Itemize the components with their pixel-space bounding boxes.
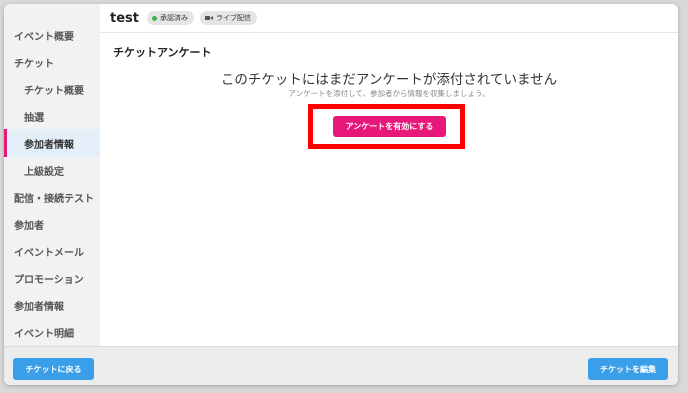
sidebar-item-label: 配信・接続テスト [14,193,94,205]
sidebar-item-label: イベント明細 [14,328,74,340]
sidebar-item-label: 参加者情報 [24,139,74,151]
sidebar-item-ticket-overview[interactable]: チケット概要 [4,75,100,103]
sidebar-item-label: 参加者情報 [14,301,64,313]
main-content: test 承認済み ライブ配信 チケットアンケート このチケットにはまだアンケー… [100,4,678,346]
sidebar-item-ticket[interactable]: チケット [4,48,100,76]
sidebar-item-attendees[interactable]: 参加者 [4,210,100,238]
stream-type-badge: ライブ配信 [199,11,257,25]
sidebar-item-attendee-info[interactable]: 参加者情報 [4,291,100,319]
empty-state-subtitle: アンケートを添付して、参加者から情報を収集しましょう。 [288,89,490,98]
back-to-ticket-button[interactable]: チケットに戻る [13,358,94,380]
sidebar-item-label: 抽選 [24,112,44,124]
sidebar-item-label: イベントメール [14,247,84,259]
sidebar-item-label: イベント概要 [14,31,74,43]
status-dot-icon [151,15,157,21]
sidebar: イベント概要 チケット チケット概要 抽選 参加者情報 上級設定 配信・接続テス… [4,4,100,346]
sidebar-item-label: チケット概要 [24,85,84,97]
app-window: イベント概要 チケット チケット概要 抽選 参加者情報 上級設定 配信・接続テス… [4,4,678,385]
sidebar-item-event-statement[interactable]: イベント明細 [4,318,100,346]
sidebar-item-streaming-test[interactable]: 配信・接続テスト [4,183,100,211]
event-header: test 承認済み ライブ配信 [100,4,678,33]
sidebar-item-event-mail[interactable]: イベントメール [4,237,100,265]
sidebar-item-label: 参加者 [14,220,44,232]
sidebar-item-label: チケット [14,58,54,70]
footer-bar: チケットに戻る チケットを編集 [4,346,678,385]
empty-state-title: このチケットにはまだアンケートが添付されていません [220,72,558,88]
sidebar-item-attendee-info-active[interactable]: 参加者情報 [4,129,100,157]
enable-survey-button[interactable]: アンケートを有効にする [333,116,446,137]
sidebar-item-label: プロモーション [14,274,84,286]
section-title: チケットアンケート [113,46,212,59]
video-camera-icon [204,16,213,20]
status-badge: 承認済み [146,11,194,25]
event-title: test [110,10,139,26]
sidebar-item-event-overview[interactable]: イベント概要 [4,21,100,49]
status-badge-label: 承認済み [159,14,188,22]
sidebar-item-advanced-settings[interactable]: 上級設定 [4,156,100,184]
sidebar-item-lottery[interactable]: 抽選 [4,102,100,130]
sidebar-item-promotion[interactable]: プロモーション [4,264,100,292]
stream-type-label: ライブ配信 [215,14,251,22]
edit-ticket-button[interactable]: チケットを編集 [588,358,668,380]
sidebar-item-label: 上級設定 [24,166,64,178]
